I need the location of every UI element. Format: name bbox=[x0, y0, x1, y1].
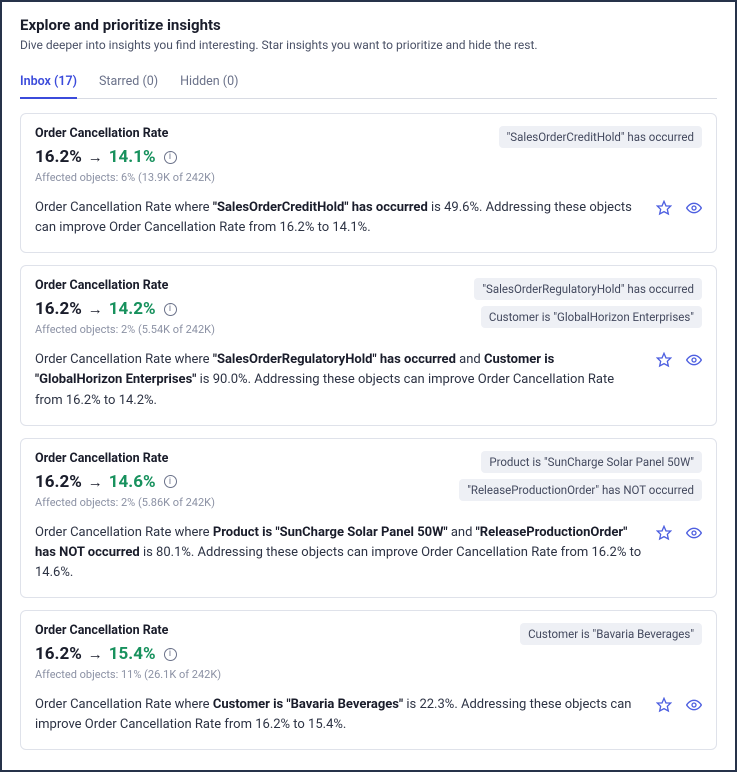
insight-list: Order Cancellation Rate 16.2% → 14.1% i … bbox=[20, 113, 717, 750]
info-icon[interactable]: i bbox=[164, 475, 177, 488]
filter-chip[interactable]: Customer is "Bavaria Beverages" bbox=[520, 623, 702, 645]
metric-before: 16.2% bbox=[35, 472, 82, 492]
insight-description: Order Cancellation Rate where "SalesOrde… bbox=[35, 198, 644, 238]
star-icon[interactable] bbox=[656, 352, 672, 368]
metric-after: 14.1% bbox=[109, 147, 156, 167]
tab-starred[interactable]: Starred (0) bbox=[99, 68, 158, 99]
metric-values: 16.2% → 14.2% i bbox=[35, 299, 462, 319]
arrow-icon: → bbox=[88, 473, 103, 491]
card-actions bbox=[656, 350, 702, 368]
insight-card[interactable]: Order Cancellation Rate 16.2% → 14.2% i … bbox=[20, 265, 717, 425]
metric-name: Order Cancellation Rate bbox=[35, 278, 462, 293]
filter-chips: "SalesOrderRegulatoryHold" has occurred C… bbox=[474, 278, 702, 328]
insight-card[interactable]: Order Cancellation Rate 16.2% → 15.4% i … bbox=[20, 610, 717, 750]
arrow-icon: → bbox=[88, 148, 103, 166]
metric-values: 16.2% → 15.4% i bbox=[35, 644, 508, 664]
metric-before: 16.2% bbox=[35, 147, 82, 167]
metric-values: 16.2% → 14.1% i bbox=[35, 147, 487, 167]
metric-name: Order Cancellation Rate bbox=[35, 126, 487, 141]
tab-inbox[interactable]: Inbox (17) bbox=[20, 68, 77, 99]
star-icon[interactable] bbox=[656, 697, 672, 713]
metric-name: Order Cancellation Rate bbox=[35, 451, 447, 466]
filter-chip[interactable]: "SalesOrderRegulatoryHold" has occurred bbox=[474, 278, 702, 300]
insights-panel: Explore and prioritize insights Dive dee… bbox=[0, 0, 737, 772]
star-icon[interactable] bbox=[656, 525, 672, 541]
metric-values: 16.2% → 14.6% i bbox=[35, 472, 447, 492]
filter-chips: Customer is "Bavaria Beverages" bbox=[520, 623, 702, 645]
card-actions bbox=[656, 198, 702, 216]
page-subtitle: Dive deeper into insights you find inter… bbox=[20, 38, 717, 52]
eye-icon[interactable] bbox=[686, 697, 702, 713]
affected-objects: Affected objects: 6% (13.9K of 242K) bbox=[35, 171, 487, 184]
eye-icon[interactable] bbox=[686, 352, 702, 368]
insight-card[interactable]: Order Cancellation Rate 16.2% → 14.6% i … bbox=[20, 438, 717, 598]
eye-icon[interactable] bbox=[686, 200, 702, 216]
affected-objects: Affected objects: 11% (26.1K of 242K) bbox=[35, 668, 508, 681]
filter-chips: "SalesOrderCreditHold" has occurred bbox=[499, 126, 702, 148]
metric-before: 16.2% bbox=[35, 644, 82, 664]
filter-chip[interactable]: Product is "SunCharge Solar Panel 50W" bbox=[481, 451, 702, 473]
card-actions bbox=[656, 523, 702, 541]
info-icon[interactable]: i bbox=[164, 648, 177, 661]
metric-after: 15.4% bbox=[109, 644, 156, 664]
metric-after: 14.6% bbox=[109, 472, 156, 492]
filter-chips: Product is "SunCharge Solar Panel 50W" "R… bbox=[459, 451, 702, 501]
metric-before: 16.2% bbox=[35, 299, 82, 319]
card-actions bbox=[656, 695, 702, 713]
filter-chip[interactable]: "ReleaseProductionOrder" has NOT occurre… bbox=[459, 479, 702, 501]
affected-objects: Affected objects: 2% (5.86K of 242K) bbox=[35, 496, 447, 509]
star-icon[interactable] bbox=[656, 200, 672, 216]
filter-chip[interactable]: "SalesOrderCreditHold" has occurred bbox=[499, 126, 702, 148]
info-icon[interactable]: i bbox=[164, 151, 177, 164]
insight-card[interactable]: Order Cancellation Rate 16.2% → 14.1% i … bbox=[20, 113, 717, 253]
tabs: Inbox (17) Starred (0) Hidden (0) bbox=[20, 68, 717, 99]
arrow-icon: → bbox=[88, 645, 103, 663]
info-icon[interactable]: i bbox=[164, 303, 177, 316]
page-title: Explore and prioritize insights bbox=[20, 16, 717, 34]
filter-chip[interactable]: Customer is "GlobalHorizon Enterprises" bbox=[481, 306, 702, 328]
insight-description: Order Cancellation Rate where Product is… bbox=[35, 523, 644, 583]
metric-name: Order Cancellation Rate bbox=[35, 623, 508, 638]
affected-objects: Affected objects: 2% (5.54K of 242K) bbox=[35, 323, 462, 336]
metric-after: 14.2% bbox=[109, 299, 156, 319]
insight-description: Order Cancellation Rate where "SalesOrde… bbox=[35, 350, 644, 410]
eye-icon[interactable] bbox=[686, 525, 702, 541]
arrow-icon: → bbox=[88, 300, 103, 318]
insight-description: Order Cancellation Rate where Customer i… bbox=[35, 695, 644, 735]
tab-hidden[interactable]: Hidden (0) bbox=[180, 68, 238, 99]
